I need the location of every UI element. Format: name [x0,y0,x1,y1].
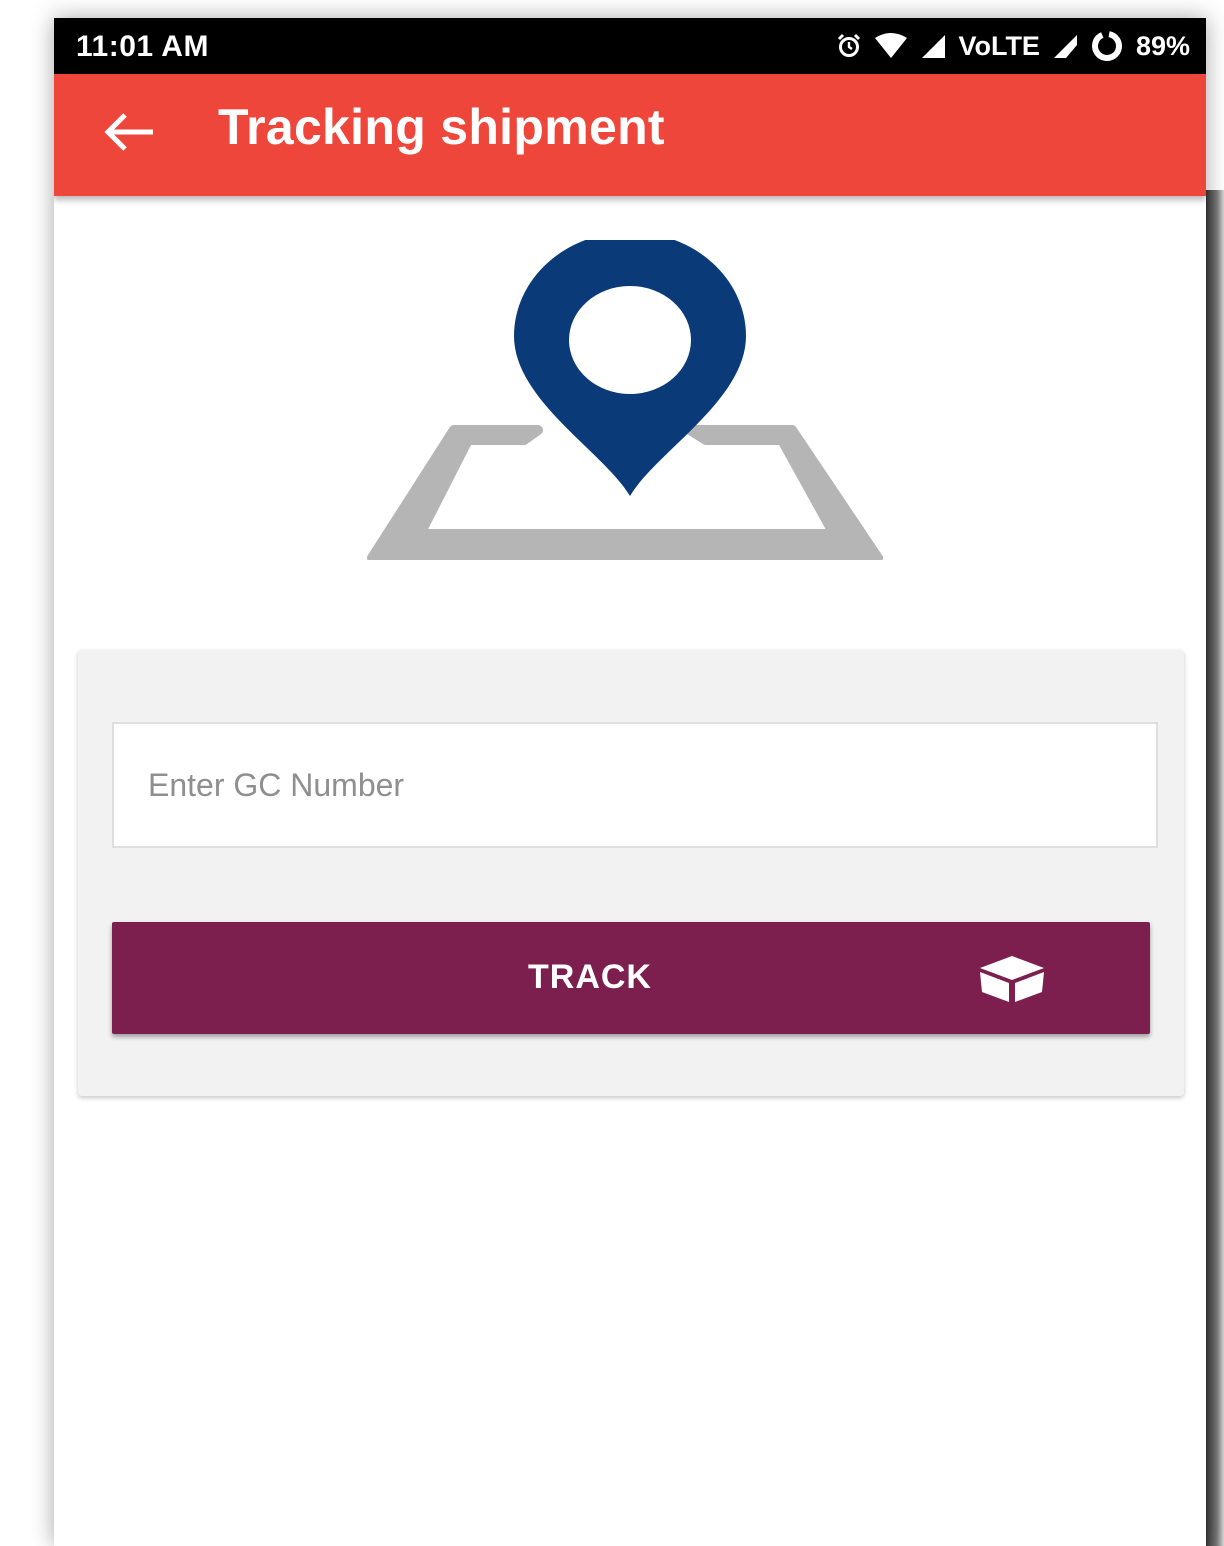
battery-percentage: 89% [1135,30,1190,61]
status-icons: VoLTE 89% [836,28,1190,64]
gc-number-input[interactable] [112,722,1158,848]
app-bar: Tracking shipment [54,74,1206,196]
map-location-pin-icon [364,232,894,563]
device-frame-edge [1206,190,1224,1546]
back-button[interactable] [94,104,164,164]
wifi-icon [874,33,908,59]
arrow-left-icon [101,110,157,159]
battery-ring-icon [1090,29,1124,63]
track-button-label: TRACK [528,958,652,996]
package-box-icon [976,954,1048,1004]
signal-icon [1052,33,1078,59]
app-screen: 11:01 AM VoLTE 89% Tracking shipment Ent… [54,18,1206,1546]
network-type-label: VoLTE [958,30,1040,61]
status-time: 11:01 AM [76,30,209,63]
page-title: Tracking shipment [218,99,665,155]
tracking-form-card: TRACK [78,650,1184,1096]
status-bar: 11:01 AM VoLTE 89% [54,18,1206,74]
alarm-icon [836,33,862,59]
signal-icon [920,33,946,59]
track-button[interactable]: TRACK [112,922,1150,1034]
